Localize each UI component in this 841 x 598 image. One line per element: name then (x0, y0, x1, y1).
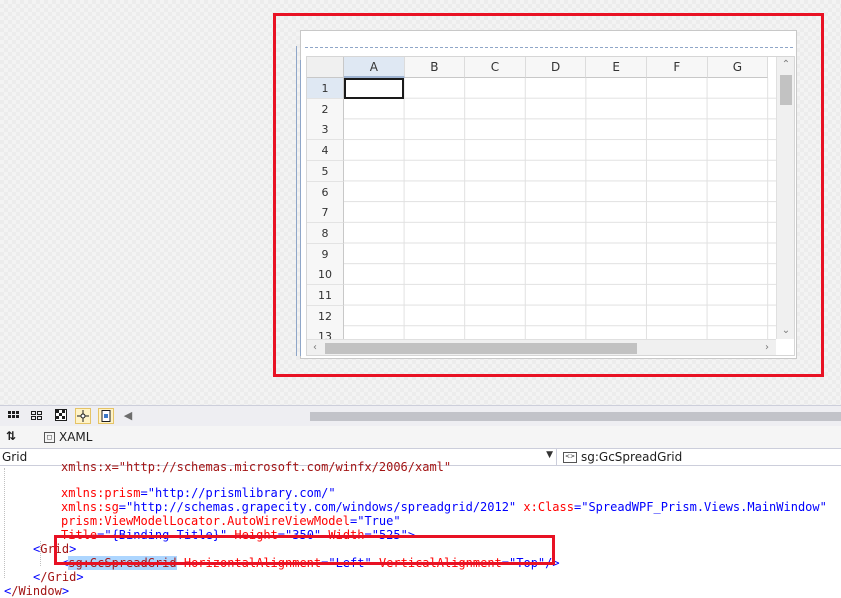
grid-icon[interactable] (6, 408, 22, 424)
element-scope-value: Grid (2, 450, 28, 464)
code-line-grid-close: </Grid> (33, 570, 84, 584)
highlight-frame-code (54, 535, 555, 565)
xaml-attribute: prism:ViewModelLocator.AutoWireViewModel (61, 514, 350, 528)
code-line-window-close: </Window> (4, 584, 70, 598)
chevron-down-icon[interactable]: ▼ (546, 450, 553, 460)
element-icon: <> (563, 452, 577, 463)
view-tab-row: ⇅ ◻ XAML (0, 426, 841, 448)
snap-lines-icon[interactable] (75, 408, 91, 424)
code-line-xmlns-prism: xmlns:prism="http://prismlibrary.com/" (61, 486, 336, 500)
transparency-icon[interactable] (53, 408, 69, 424)
xaml-designer-surface[interactable]: ABCDEFG 1 2 3 4 5 6 7 8 9 10 11 12 13 ⌃ ⌄ ‹ › (0, 0, 841, 405)
xaml-code-editor[interactable]: xmlns:x="http://schemas.microsoft.com/wi… (0, 460, 841, 598)
xaml-attribute: xmlns:prism (61, 486, 141, 500)
selected-element-dropdown[interactable]: <> sg:GcSpreadGrid (563, 450, 682, 464)
tab-xaml-label: XAML (59, 430, 93, 444)
code-line-viewmodel-locator: prism:ViewModelLocator.AutoWireViewModel… (61, 514, 401, 528)
xaml-tag: /Grid (40, 570, 77, 584)
designer-horizontal-scrollbar[interactable] (310, 412, 841, 421)
artboard-icon[interactable] (98, 408, 114, 424)
snap-grid-icon[interactable] (29, 408, 45, 424)
swap-panes-icon[interactable]: ⇅ (6, 429, 16, 443)
designer-toolbar: ◀ (0, 405, 841, 426)
xaml-tag: /Window (11, 584, 62, 598)
selected-element-value: sg:GcSpreadGrid (581, 450, 683, 464)
xaml-value: "http://schemas.grapecity.com/windows/sp… (126, 500, 517, 514)
xaml-tab-icon: ◻ (44, 432, 55, 443)
highlight-frame-designer (273, 13, 824, 377)
tab-xaml[interactable]: ◻ XAML (44, 430, 92, 444)
code-line-xmlns-x: xmlns:x="http://schemas.microsoft.com/wi… (61, 460, 452, 474)
indent-guide (4, 468, 5, 578)
xaml-value: "True" (357, 514, 401, 528)
toolbar-scroll-left-icon[interactable]: ◀ (120, 408, 136, 424)
xaml-attribute: x:Class (523, 500, 574, 514)
xaml-value: "SpreadWPF_Prism.Views.MainWindow" (581, 500, 827, 514)
code-line-xmlns-sg: xmlns:sg="http://schemas.grapecity.com/w… (61, 500, 827, 514)
xaml-attribute: xmlns:sg (61, 500, 119, 514)
xaml-value: "http://prismlibrary.com/" (147, 486, 336, 500)
